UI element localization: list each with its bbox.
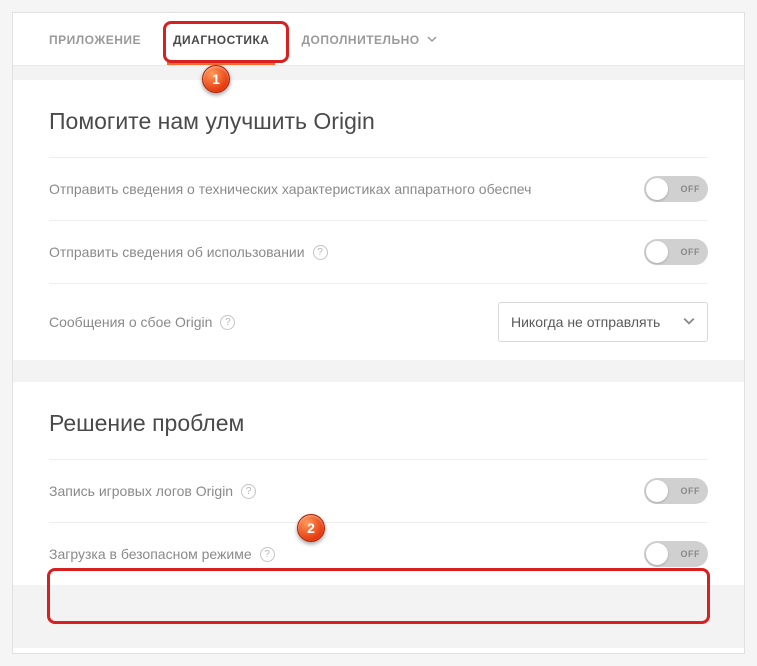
tab-more[interactable]: ДОПОЛНИТЕЛЬНО [285, 13, 453, 65]
row-hardware-telemetry: Отправить сведения о технических характе… [49, 157, 708, 220]
select-value: Никогда не отправлять [511, 314, 660, 330]
annotation-callout-2: 2 [297, 514, 325, 542]
label-crash-reports: Сообщения о сбое Origin [49, 314, 212, 330]
toggle-game-logs[interactable]: OFF [644, 478, 708, 504]
tabs-bar: ПРИЛОЖЕНИЕ ДИАГНОСТИКА ДОПОЛНИТЕЛЬНО [13, 13, 744, 66]
help-icon[interactable]: ? [241, 484, 256, 499]
tab-application[interactable]: ПРИЛОЖЕНИЕ [33, 13, 157, 65]
help-icon[interactable]: ? [220, 315, 235, 330]
chevron-down-icon [683, 314, 695, 330]
toggle-safe-mode[interactable]: OFF [644, 541, 708, 567]
section-improve-title: Помогите нам улучшить Origin [49, 108, 708, 135]
toggle-knob [646, 241, 668, 263]
select-crash-reports[interactable]: Никогда не отправлять [498, 302, 708, 342]
label-usage-telemetry: Отправить сведения об использовании [49, 244, 305, 260]
section-improve: Помогите нам улучшить Origin Отправить с… [13, 80, 744, 360]
tab-more-label: ДОПОЛНИТЕЛЬНО [301, 33, 419, 47]
row-crash-reports: Сообщения о сбое Origin ? Никогда не отп… [49, 283, 708, 360]
toggle-state-off: OFF [681, 486, 701, 496]
row-safe-mode: Загрузка в безопасном режиме ? OFF [49, 522, 708, 585]
tab-diagnostics[interactable]: ДИАГНОСТИКА [157, 13, 285, 65]
annotation-callout-1: 1 [202, 65, 230, 93]
row-game-logs: Запись игровых логов Origin ? OFF [49, 459, 708, 522]
toggle-usage-telemetry[interactable]: OFF [644, 239, 708, 265]
help-icon[interactable]: ? [313, 245, 328, 260]
toggle-state-off: OFF [681, 549, 701, 559]
toggle-knob [646, 543, 668, 565]
toggle-hardware-telemetry[interactable]: OFF [644, 176, 708, 202]
toggle-state-off: OFF [681, 247, 701, 257]
label-hardware-telemetry: Отправить сведения о технических характе… [49, 181, 531, 197]
help-icon[interactable]: ? [260, 547, 275, 562]
section-troubleshoot: Решение проблем Запись игровых логов Ori… [13, 382, 744, 585]
section-troubleshoot-title: Решение проблем [49, 410, 708, 437]
label-game-logs: Запись игровых логов Origin [49, 483, 233, 499]
label-safe-mode: Загрузка в безопасном режиме [49, 546, 252, 562]
row-usage-telemetry: Отправить сведения об использовании ? OF… [49, 220, 708, 283]
chevron-down-icon [427, 33, 437, 47]
toggle-knob [646, 480, 668, 502]
toggle-knob [646, 178, 668, 200]
toggle-state-off: OFF [681, 184, 701, 194]
